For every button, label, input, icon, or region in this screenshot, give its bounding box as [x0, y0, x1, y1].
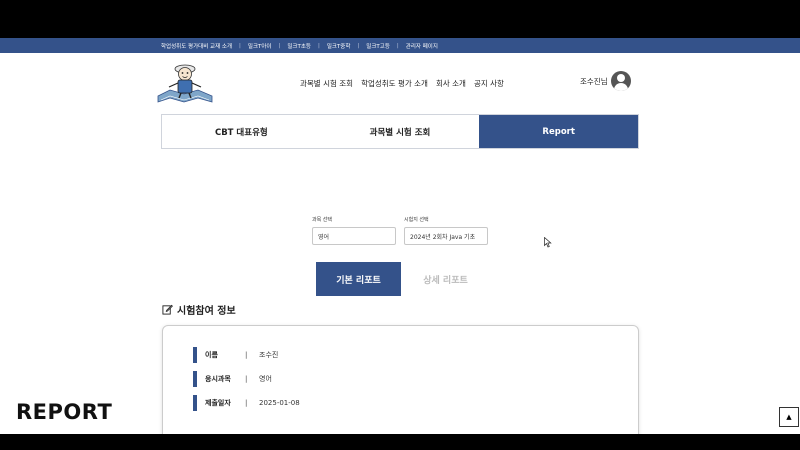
separator: | [239, 42, 241, 49]
user-name: 조수진님 [580, 76, 608, 86]
tab-subject-exam[interactable]: 과목별 시험 조회 [321, 115, 480, 148]
avatar-icon[interactable] [610, 71, 631, 91]
info-value: 조수진 [259, 351, 279, 359]
tab-cbt[interactable]: CBT 대표유형 [162, 115, 321, 148]
top-link-admin[interactable]: 관리자 페이지 [406, 42, 438, 50]
arrow-up-icon: ▲ [786, 413, 792, 421]
basic-report-button[interactable]: 기본 리포트 [316, 262, 401, 296]
row-accent-bar [193, 395, 197, 411]
info-divider: | [245, 375, 248, 383]
report-caption: REPORT [16, 400, 113, 424]
nav-company[interactable]: 회사 소개 [436, 78, 466, 89]
exam-select[interactable]: 2024년 2회차 Java 기초 [404, 227, 488, 245]
separator: | [278, 42, 281, 49]
info-value: 영어 [259, 375, 272, 383]
subject-select[interactable]: 영어 [312, 227, 396, 245]
exam-info-card: 이름 | 조수진 응시과목 | 영어 제출일자 | 2025-01-08 [162, 325, 639, 434]
top-link-milkt-elementary[interactable]: 밀크T초등 [287, 42, 311, 50]
separator: | [357, 42, 360, 49]
info-divider: | [245, 399, 248, 407]
nav-achievement-intro[interactable]: 학업성취도 평가 소개 [361, 78, 428, 89]
detail-report-button[interactable]: 상세 리포트 [403, 262, 488, 296]
section-header: 시험참여 정보 [162, 302, 236, 317]
exam-select-group: 시험지 선택 2024년 2회차 Java 기초 [404, 216, 488, 245]
subject-select-label: 과목 선택 [312, 217, 332, 223]
nav-subject-exam[interactable]: 과목별 시험 조회 [300, 78, 353, 89]
top-link-milkt-high[interactable]: 밀크T고등 [366, 42, 390, 50]
subject-select-group: 과목 선택 영어 [312, 216, 396, 245]
site-logo[interactable] [156, 60, 214, 108]
edit-icon [162, 304, 173, 315]
user-menu[interactable]: 조수진님 [580, 71, 631, 91]
info-label: 응시과목 [205, 375, 231, 383]
top-link-milkt-i[interactable]: 밀크T아이 [248, 42, 272, 50]
info-divider: | [245, 351, 248, 359]
mouse-cursor-icon [544, 237, 552, 248]
info-label: 제출일자 [205, 399, 231, 407]
main-nav: 과목별 시험 조회 학업성취도 평가 소개 회사 소개 공지 사항 [300, 78, 504, 89]
row-accent-bar [193, 371, 197, 387]
scroll-top-button[interactable]: ▲ [779, 407, 799, 427]
letterbox-top [0, 0, 800, 38]
page: 학업성취도 평가대비 교재 소개 | 밀크T아이 | 밀크T초등 | 밀크T중학… [0, 38, 800, 434]
info-row-submit-date: 제출일자 | 2025-01-08 [193, 395, 300, 411]
top-link-textbook[interactable]: 학업성취도 평가대비 교재 소개 [161, 42, 232, 50]
mascot-logo-icon [157, 64, 213, 103]
info-row-name: 이름 | 조수진 [193, 347, 278, 363]
separator: | [396, 42, 399, 49]
info-value: 2025-01-08 [259, 399, 300, 407]
letterbox-bottom [0, 434, 800, 450]
header: 과목별 시험 조회 학업성취도 평가 소개 회사 소개 공지 사항 조수진님 [0, 53, 800, 113]
top-link-bar: 학업성취도 평가대비 교재 소개 | 밀크T아이 | 밀크T초등 | 밀크T중학… [0, 38, 800, 53]
top-link-milkt-middle[interactable]: 밀크T중학 [327, 42, 351, 50]
nav-notice[interactable]: 공지 사항 [474, 78, 504, 89]
tab-bar: CBT 대표유형 과목별 시험 조회 Report [161, 114, 639, 149]
tab-report[interactable]: Report [479, 115, 639, 148]
info-row-subject: 응시과목 | 영어 [193, 371, 272, 387]
row-accent-bar [193, 347, 197, 363]
separator: | [317, 42, 320, 49]
report-type-toggle: 기본 리포트 상세 리포트 [316, 262, 488, 296]
exam-select-label: 시험지 선택 [404, 217, 429, 223]
info-label: 이름 [205, 351, 218, 359]
section-title: 시험참여 정보 [177, 306, 236, 317]
